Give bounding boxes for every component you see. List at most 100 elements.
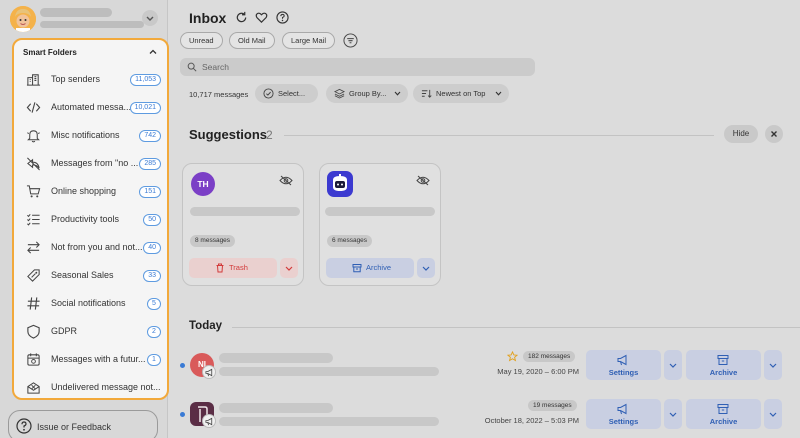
page-title: Inbox xyxy=(189,10,227,26)
cart-icon xyxy=(26,185,41,198)
chevron-down-icon xyxy=(285,266,293,271)
feedback-button[interactable]: Issue or Feedback xyxy=(8,410,158,438)
filter-icon[interactable] xyxy=(343,33,358,48)
archive-options-button[interactable] xyxy=(764,399,782,429)
folder-not-from-you[interactable]: Not from you and not... 40 xyxy=(14,234,167,261)
settings-options-button[interactable] xyxy=(664,350,682,380)
settings-options-button[interactable] xyxy=(664,399,682,429)
folder-count-badge: 5 xyxy=(147,298,161,310)
main-panel: Inbox Unread Old Mail Large Mail 10,717 … xyxy=(169,0,800,438)
chevron-down-icon xyxy=(769,412,777,417)
folder-future-messages[interactable]: Messages with a futur... 1 xyxy=(14,346,167,373)
avatar xyxy=(10,6,36,32)
sort-label: Newest on Top xyxy=(436,89,486,98)
message-count: 10,717 messages xyxy=(189,90,249,99)
folder-count-badge: 742 xyxy=(139,130,161,142)
archive-button[interactable]: Archive xyxy=(686,350,761,380)
archive-button[interactable]: Archive xyxy=(326,258,414,278)
suggestions-heading: Suggestions xyxy=(189,127,268,142)
folder-undelivered-notices[interactable]: Undelivered message not... xyxy=(14,374,167,401)
sender-row[interactable]: 19 messages October 18, 2022 – 5:03 PM S… xyxy=(169,399,800,438)
folder-label: Seasonal Sales xyxy=(51,270,114,280)
archive-icon xyxy=(717,355,729,365)
suggestion-card: 6 messages Archive xyxy=(319,163,441,286)
folder-top-senders[interactable]: Top senders 11,053 xyxy=(14,66,167,93)
help-icon[interactable] xyxy=(276,11,289,24)
last-message-date: May 19, 2020 – 6:00 PM xyxy=(497,367,579,376)
archive-options-button[interactable] xyxy=(764,350,782,380)
message-count-badge: 8 messages xyxy=(190,235,236,247)
account-menu-button[interactable] xyxy=(142,10,158,26)
calendar-icon xyxy=(27,353,40,366)
search-input[interactable] xyxy=(202,60,522,74)
announcement-badge xyxy=(202,414,216,428)
swap-arrows-icon xyxy=(27,241,40,254)
archive-icon xyxy=(352,264,362,273)
archive-button[interactable]: Archive xyxy=(686,399,761,429)
smart-folders-panel: Smart Folders Top senders 11,053 Automat… xyxy=(12,38,169,400)
filter-chip-unread[interactable]: Unread xyxy=(180,32,223,49)
select-label: Select... xyxy=(278,89,306,98)
layers-icon xyxy=(334,88,345,99)
trash-options-button[interactable] xyxy=(280,258,298,278)
eye-off-icon[interactable] xyxy=(279,175,293,186)
folder-count-badge: 285 xyxy=(139,158,161,170)
sender-name-placeholder xyxy=(190,207,300,216)
close-icon xyxy=(771,131,777,137)
chevron-down-icon xyxy=(669,412,677,417)
trash-button[interactable]: Trash xyxy=(189,258,277,278)
megaphone-icon xyxy=(617,403,627,415)
chevron-down-icon xyxy=(146,16,154,21)
folder-productivity-tools[interactable]: Productivity tools 50 xyxy=(14,206,167,233)
folder-count-badge: 151 xyxy=(139,186,161,198)
message-count-badge: 19 messages xyxy=(528,400,577,411)
star-icon[interactable] xyxy=(507,351,518,362)
sender-name-placeholder xyxy=(219,353,333,363)
chevron-down-icon xyxy=(495,91,502,96)
folder-seasonal-sales[interactable]: Seasonal Sales 33 xyxy=(14,262,167,289)
folder-gdpr[interactable]: GDPR 2 xyxy=(14,318,167,345)
avatar: TH xyxy=(191,172,215,196)
folder-misc-notifications[interactable]: Misc notifications 742 xyxy=(14,122,167,149)
heart-icon[interactable] xyxy=(255,11,268,24)
hash-icon xyxy=(27,297,40,310)
folder-no-reply[interactable]: Messages from "no ... 285 xyxy=(14,150,167,177)
folder-count-badge: 2 xyxy=(147,326,161,338)
trash-label: Trash xyxy=(229,263,248,272)
select-dropdown[interactable]: Select... xyxy=(255,84,318,103)
folder-automated-messages[interactable]: Automated messa... 10,021 xyxy=(14,94,167,121)
filter-chip-old-mail[interactable]: Old Mail xyxy=(229,32,275,49)
filter-chip-large-mail[interactable]: Large Mail xyxy=(282,32,336,49)
folder-count-badge: 33 xyxy=(143,270,161,282)
message-count-badge: 6 messages xyxy=(327,235,373,247)
account-switcher[interactable] xyxy=(8,6,158,32)
settings-label: Settings xyxy=(608,417,639,426)
memoji-icon xyxy=(10,6,36,32)
close-suggestions-button[interactable] xyxy=(765,125,783,143)
settings-button[interactable]: Settings xyxy=(586,350,661,380)
folder-label: Not from you and not... xyxy=(51,242,143,252)
unread-indicator xyxy=(180,363,185,368)
settings-label: Settings xyxy=(608,368,639,377)
trash-icon xyxy=(216,263,224,273)
divider xyxy=(232,327,800,328)
sort-dropdown[interactable]: Newest on Top xyxy=(413,84,509,103)
refresh-icon[interactable] xyxy=(235,11,248,24)
group-by-dropdown[interactable]: Group By... xyxy=(326,84,408,103)
suggestions-count: 2 xyxy=(266,128,273,142)
eye-off-icon[interactable] xyxy=(416,175,430,186)
megaphone-icon xyxy=(617,354,627,366)
app-logo-icon xyxy=(327,171,353,197)
hide-suggestions-button[interactable]: Hide xyxy=(724,125,758,143)
folder-online-shopping[interactable]: Online shopping 151 xyxy=(14,178,167,205)
folder-social-notifications[interactable]: Social notifications 5 xyxy=(14,290,167,317)
smart-folders-heading: Smart Folders xyxy=(23,48,77,57)
folder-label: Productivity tools xyxy=(51,214,120,224)
folder-label: GDPR xyxy=(51,326,78,336)
settings-button[interactable]: Settings xyxy=(586,399,661,429)
chevron-up-icon[interactable] xyxy=(147,46,159,58)
archive-options-button[interactable] xyxy=(417,258,435,278)
folder-count-badge: 10,021 xyxy=(129,102,161,114)
bell-icon xyxy=(27,130,40,143)
sender-row[interactable]: NI 182 messages May 19, 2020 – 6:00 PM S… xyxy=(169,350,800,392)
